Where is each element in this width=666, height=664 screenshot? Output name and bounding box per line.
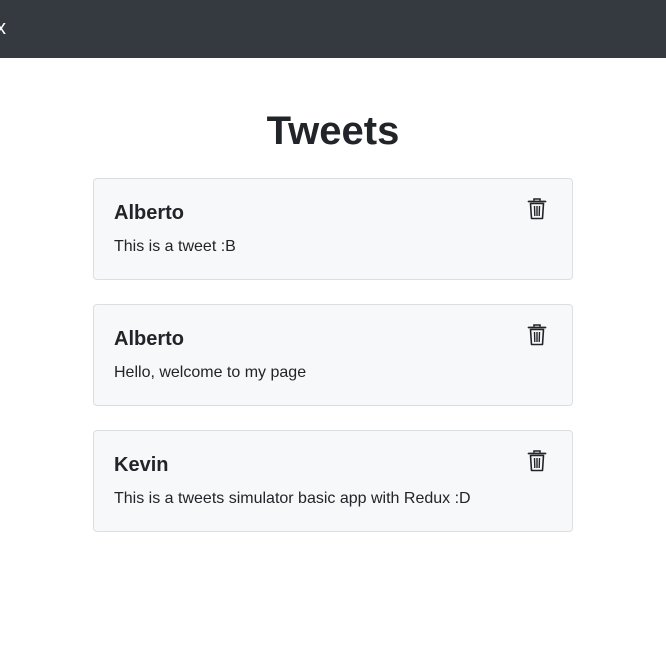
delete-tweet-button[interactable] <box>526 197 548 221</box>
tweet-author: Alberto <box>114 328 184 350</box>
tweet-card: Kevin This is a tweets simulator basic a… <box>93 430 573 532</box>
trash-icon <box>526 197 548 221</box>
trash-icon <box>526 323 548 347</box>
tweet-author: Alberto <box>114 202 184 224</box>
tweet-card: Alberto This is a tweet :B <box>93 178 573 280</box>
navbar-brand[interactable]: x <box>0 16 6 40</box>
delete-tweet-button[interactable] <box>526 449 548 473</box>
tweet-author: Kevin <box>114 454 169 476</box>
trash-icon <box>526 449 548 473</box>
tweet-text: Hello, welcome to my page <box>114 364 307 381</box>
tweet-text: This is a tweets simulator basic app wit… <box>114 490 471 507</box>
navbar: x <box>0 0 666 58</box>
page-title: Tweets <box>266 109 400 153</box>
tweet-card: Alberto Hello, welcome to my page <box>93 304 573 406</box>
delete-tweet-button[interactable] <box>526 323 548 347</box>
tweet-text: This is a tweet :B <box>114 238 236 255</box>
